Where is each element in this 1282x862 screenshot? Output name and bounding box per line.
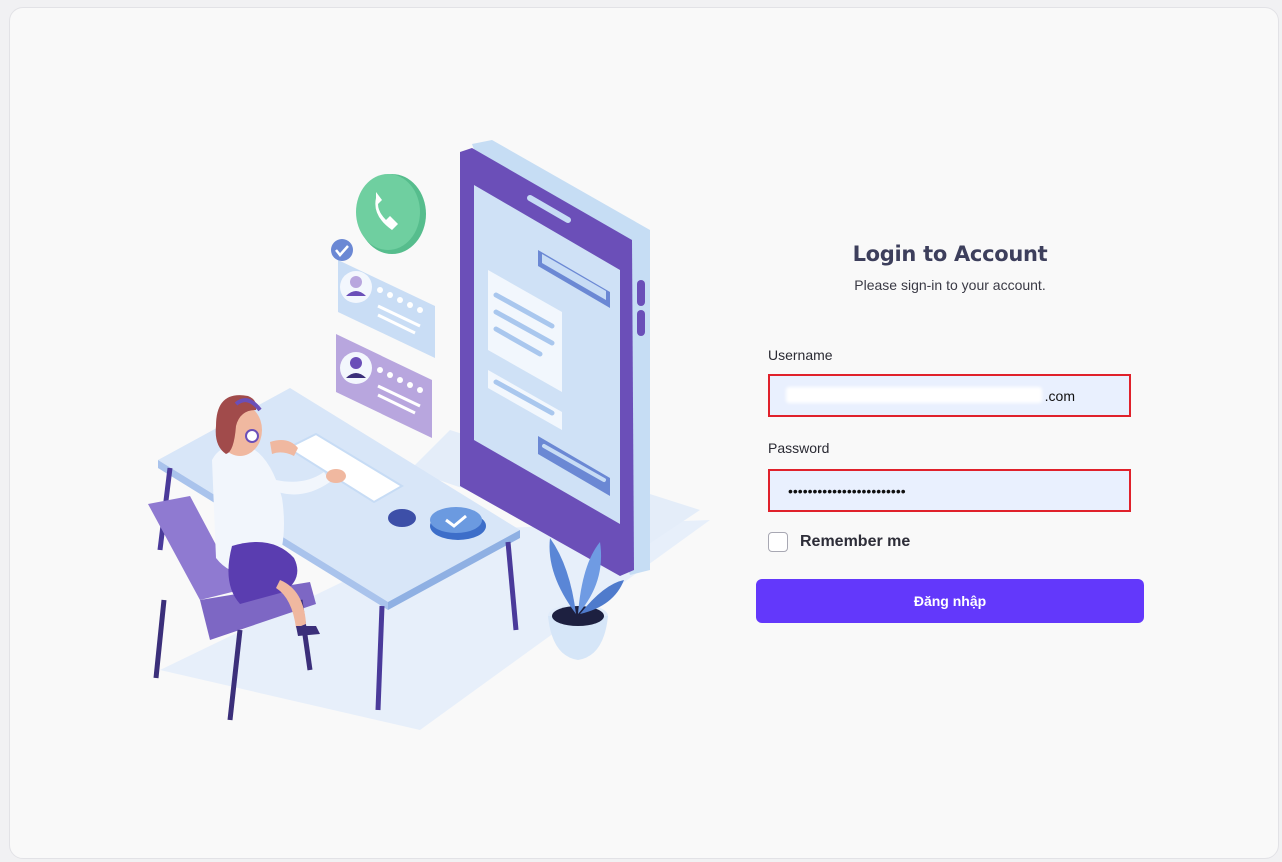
login-button[interactable]: Đăng nhập <box>756 579 1144 623</box>
phone-icon <box>356 174 426 254</box>
customer-support-illustration <box>148 140 710 730</box>
username-label: Username <box>768 347 833 363</box>
page-title: Login to Account <box>852 242 1048 266</box>
password-input[interactable] <box>768 469 1131 512</box>
check-badge-icon <box>331 239 353 261</box>
remember-me-label[interactable]: Remember me <box>800 533 910 551</box>
remember-me-checkbox[interactable] <box>768 532 788 552</box>
page-subtitle: Please sign-in to your account. <box>854 277 1046 293</box>
username-redaction <box>786 387 1042 403</box>
mouse <box>388 509 416 527</box>
password-label: Password <box>768 440 830 456</box>
